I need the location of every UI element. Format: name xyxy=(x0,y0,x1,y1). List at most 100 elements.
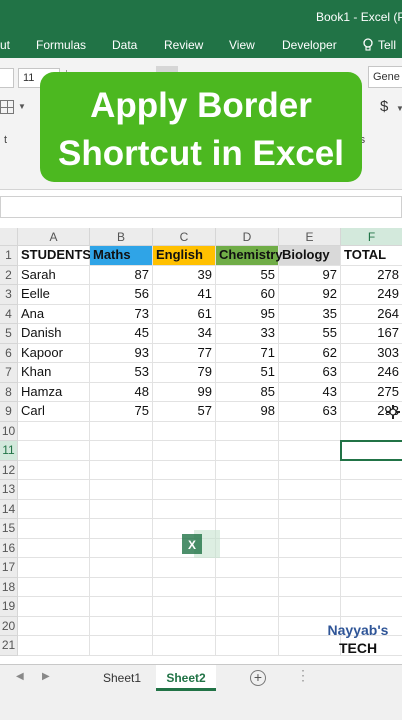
total-score-cell[interactable]: 249 xyxy=(341,285,402,305)
column-header-b[interactable]: B xyxy=(90,228,153,246)
row-header-9[interactable]: 9 xyxy=(0,402,18,422)
tab-sheet2[interactable]: Sheet2 xyxy=(156,665,216,691)
cell[interactable] xyxy=(153,460,216,480)
english-score-cell[interactable]: 34 xyxy=(153,324,216,344)
lightbulb-icon[interactable] xyxy=(362,38,374,52)
cell[interactable] xyxy=(216,441,279,461)
biology-score-cell[interactable]: 43 xyxy=(279,382,341,402)
cell[interactable] xyxy=(216,421,279,441)
cell[interactable] xyxy=(341,558,402,578)
biology-score-cell[interactable]: 97 xyxy=(279,265,341,285)
student-name-cell[interactable]: Ana xyxy=(18,304,90,324)
total-score-cell[interactable]: 246 xyxy=(341,363,402,383)
menu-item-data[interactable]: Data xyxy=(112,38,137,52)
row-header-13[interactable]: 13 xyxy=(0,480,18,500)
student-name-cell[interactable]: Khan xyxy=(18,363,90,383)
scroll-right-icon[interactable]: ▶ xyxy=(42,671,50,682)
student-name-cell[interactable]: Sarah xyxy=(18,265,90,285)
maths-score-cell[interactable]: 87 xyxy=(90,265,153,285)
maths-score-cell[interactable]: 53 xyxy=(90,363,153,383)
cell[interactable] xyxy=(90,460,153,480)
cell[interactable] xyxy=(90,519,153,539)
cell[interactable] xyxy=(18,499,90,519)
student-name-cell[interactable]: Hamza xyxy=(18,382,90,402)
header-cell-d[interactable]: Chemistry xyxy=(216,246,283,266)
menu-item-developer[interactable]: Developer xyxy=(282,38,337,52)
cell[interactable] xyxy=(153,616,216,636)
cell[interactable] xyxy=(279,597,341,617)
cell[interactable] xyxy=(18,460,90,480)
column-header-d[interactable]: D xyxy=(216,228,279,246)
cell[interactable] xyxy=(18,558,90,578)
cell[interactable] xyxy=(18,616,90,636)
english-score-cell[interactable]: 41 xyxy=(153,285,216,305)
english-score-cell[interactable]: 99 xyxy=(153,382,216,402)
cell[interactable] xyxy=(90,577,153,597)
cell[interactable] xyxy=(18,421,90,441)
row-header-1[interactable]: 1 xyxy=(0,246,18,266)
chemistry-score-cell[interactable]: 51 xyxy=(216,363,279,383)
add-sheet-icon[interactable]: + xyxy=(250,670,266,686)
english-score-cell[interactable]: 77 xyxy=(153,343,216,363)
menu-item-formulas[interactable]: Formulas xyxy=(36,38,86,52)
tab-more-icon[interactable]: ⋮ xyxy=(296,667,310,684)
total-score-cell[interactable]: 278 xyxy=(341,266,402,285)
cell[interactable] xyxy=(18,441,90,461)
row-header-15[interactable]: 15 xyxy=(0,519,18,539)
chevron-down-icon[interactable]: ▼ xyxy=(18,102,26,111)
cell[interactable] xyxy=(90,499,153,519)
cell[interactable] xyxy=(216,577,279,597)
borders-icon[interactable] xyxy=(0,100,14,114)
cell[interactable] xyxy=(90,421,153,441)
chemistry-score-cell[interactable]: 98 xyxy=(216,402,279,422)
cell[interactable] xyxy=(341,480,402,500)
cell[interactable] xyxy=(90,636,153,656)
cell[interactable] xyxy=(18,577,90,597)
total-score-cell[interactable]: 275 xyxy=(341,383,402,402)
select-all-corner[interactable] xyxy=(0,228,18,246)
maths-score-cell[interactable]: 73 xyxy=(90,304,153,324)
chemistry-score-cell[interactable]: 71 xyxy=(216,343,279,363)
cell[interactable] xyxy=(153,421,216,441)
cell[interactable] xyxy=(90,558,153,578)
cell[interactable] xyxy=(216,499,279,519)
maths-score-cell[interactable]: 56 xyxy=(90,285,153,305)
menu-item-review[interactable]: Review xyxy=(164,38,203,52)
row-header-3[interactable]: 3 xyxy=(0,285,18,305)
cell[interactable] xyxy=(90,538,153,558)
cell[interactable] xyxy=(341,519,402,539)
header-cell-a[interactable]: STUDENTS xyxy=(18,246,91,266)
row-header-2[interactable]: 2 xyxy=(0,265,18,285)
cell[interactable] xyxy=(18,597,90,617)
cell[interactable] xyxy=(279,558,341,578)
cell[interactable] xyxy=(18,636,90,656)
formula-bar[interactable] xyxy=(0,196,402,218)
cell[interactable] xyxy=(18,480,90,500)
cell[interactable] xyxy=(279,538,341,558)
cell[interactable] xyxy=(90,597,153,617)
row-header-11[interactable]: 11 xyxy=(0,441,18,461)
menu-item-tell-me[interactable]: Tell xyxy=(378,38,396,52)
row-header-7[interactable]: 7 xyxy=(0,363,18,383)
column-header-a[interactable]: A xyxy=(18,228,90,246)
maths-score-cell[interactable]: 75 xyxy=(90,402,153,422)
biology-score-cell[interactable]: 35 xyxy=(279,304,341,324)
cell[interactable] xyxy=(153,499,216,519)
total-score-cell[interactable]: 264 xyxy=(341,305,402,324)
cell[interactable] xyxy=(216,597,279,617)
chemistry-score-cell[interactable]: 33 xyxy=(216,324,279,344)
english-score-cell[interactable]: 57 xyxy=(153,402,216,422)
active-cell-cursor[interactable] xyxy=(340,440,402,461)
cell[interactable] xyxy=(216,636,279,656)
row-header-14[interactable]: 14 xyxy=(0,499,18,519)
header-cell-e[interactable]: Biology xyxy=(279,246,341,266)
student-name-cell[interactable]: Danish xyxy=(18,324,90,344)
tab-sheet1[interactable]: Sheet1 xyxy=(90,665,154,691)
biology-score-cell[interactable]: 63 xyxy=(279,402,341,422)
total-score-cell[interactable]: 303 xyxy=(341,344,402,363)
cell[interactable] xyxy=(153,480,216,500)
row-header-21[interactable]: 21 xyxy=(0,636,18,656)
maths-score-cell[interactable]: 93 xyxy=(90,343,153,363)
cell[interactable] xyxy=(341,461,402,480)
biology-score-cell[interactable]: 55 xyxy=(279,324,341,344)
